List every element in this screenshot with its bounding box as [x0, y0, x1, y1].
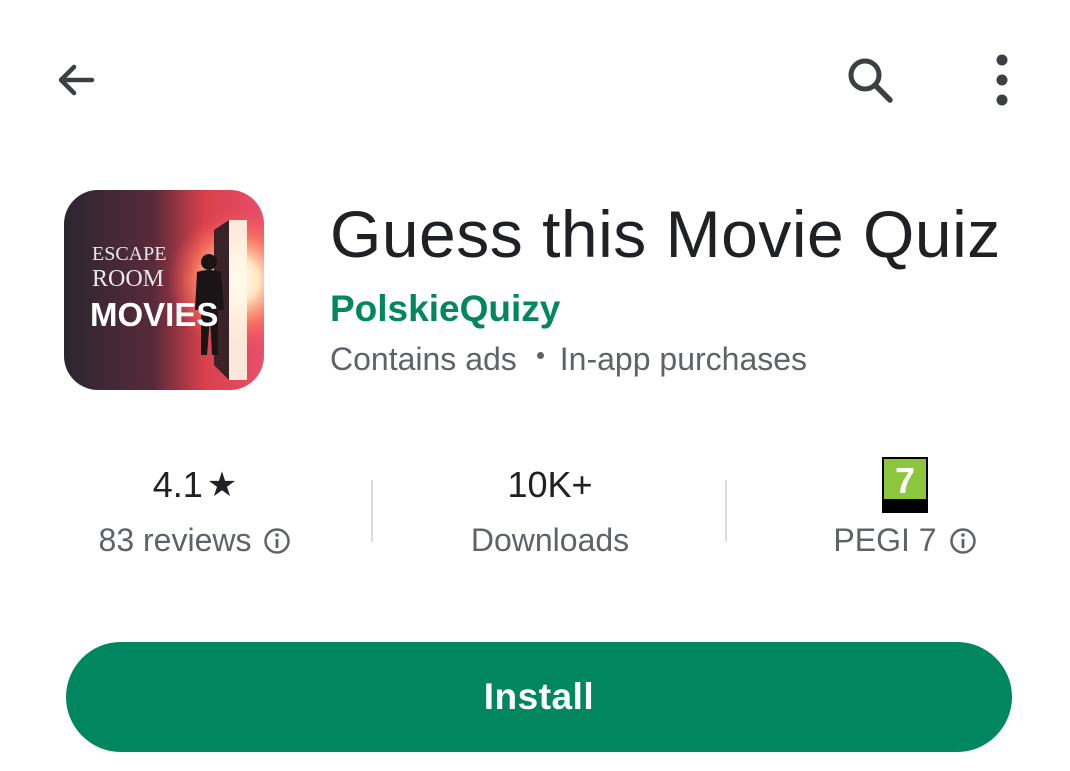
icon-text-escape: ESCAPE	[92, 243, 166, 265]
stats-divider	[371, 480, 373, 542]
stats-divider	[725, 480, 727, 542]
top-app-bar	[0, 0, 1070, 150]
install-button[interactable]: Install	[66, 642, 1012, 752]
back-button[interactable]	[40, 44, 112, 116]
pegi-text: PEGI 7	[833, 522, 937, 558]
rating-number: 4.1	[152, 464, 203, 505]
icon-text-movies: MOVIES	[90, 296, 218, 333]
separator-dot	[536, 352, 544, 359]
app-title: Guess this Movie Quiz	[330, 197, 1001, 271]
info-icon	[949, 527, 977, 555]
pegi-badge-number: 7	[895, 460, 915, 501]
icon-text-room: ROOM	[92, 266, 164, 292]
reviews-count: 83 reviews	[98, 522, 252, 558]
info-icon	[263, 527, 291, 555]
rating-stat[interactable]: 4.1 ★ 83 reviews	[90, 450, 300, 559]
downloads-stat: 10K+ Downloads	[445, 450, 655, 559]
more-vert-icon	[996, 54, 1008, 106]
downloads-label: Downloads	[470, 522, 630, 558]
content-rating-stat[interactable]: 7 PEGI 7	[800, 450, 1010, 559]
more-options-button[interactable]	[972, 44, 1032, 116]
star-icon: ★	[206, 466, 238, 504]
back-arrow-icon	[58, 64, 95, 96]
contains-ads-label: Contains ads	[330, 341, 517, 377]
pegi-label: PEGI 7	[833, 522, 976, 559]
reviews-label: 83 reviews	[99, 522, 292, 559]
in-app-purchases-label: In-app purchases	[559, 341, 808, 377]
pegi-badge: 7	[882, 450, 928, 520]
app-meta: Contains ads In-app purchases	[330, 341, 807, 378]
search-icon	[848, 58, 893, 103]
rating-value: 4.1 ★	[153, 450, 238, 520]
developer-link[interactable]: PolskieQuizy	[330, 288, 560, 330]
search-button[interactable]	[830, 44, 910, 116]
app-icon[interactable]: ESCAPE ROOM MOVIES	[64, 190, 264, 390]
pegi-7-icon: 7	[882, 457, 928, 513]
app-icon-artwork: ESCAPE ROOM MOVIES	[64, 190, 264, 390]
downloads-value: 10K+	[507, 464, 593, 505]
stats-row: 4.1 ★ 83 reviews 10K+ Downloads 7 PEGI 7	[0, 450, 1070, 580]
